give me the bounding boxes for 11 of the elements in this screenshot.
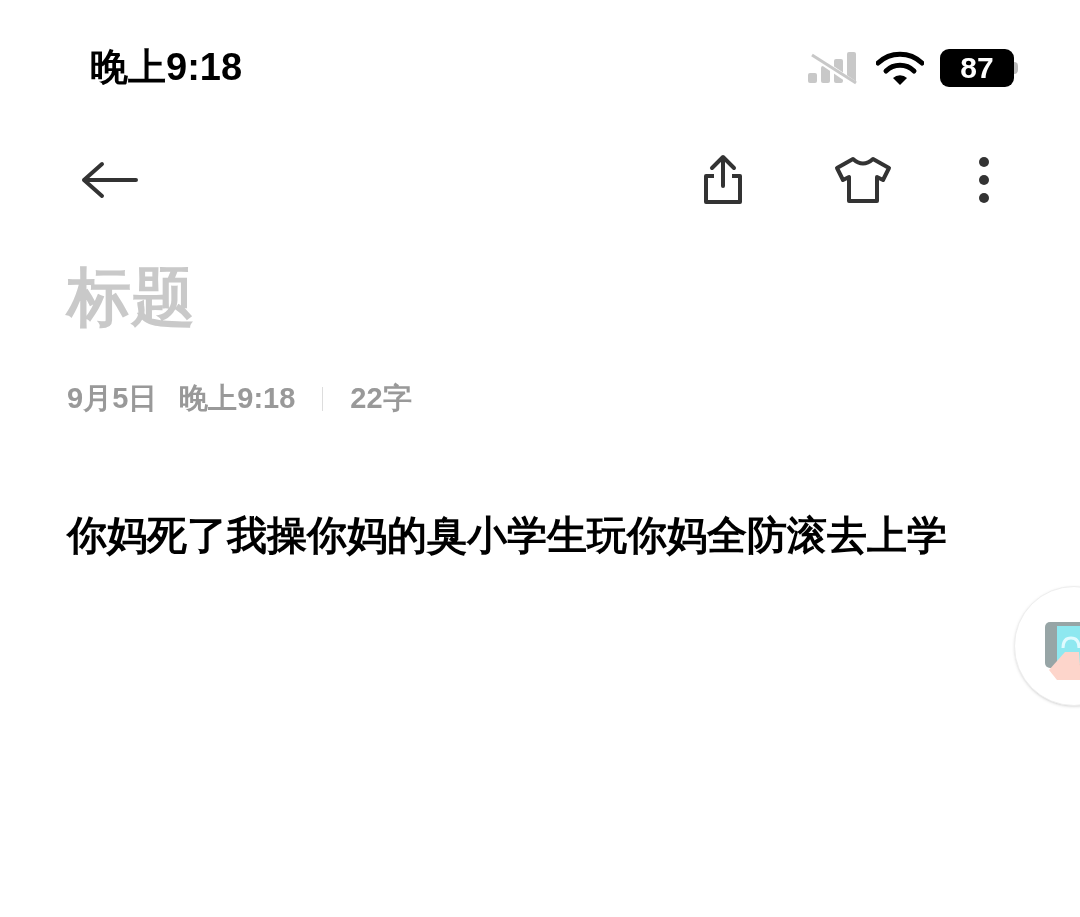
back-button[interactable]: [80, 160, 140, 200]
note-time: 晚上9:18: [179, 381, 296, 416]
wifi-icon: [876, 50, 924, 85]
battery-level: 87: [940, 48, 1014, 87]
note-body[interactable]: 你妈死了我操你妈的臭小学生玩你妈全防滚去上学: [67, 504, 1013, 565]
note-date: 9月5日: [67, 381, 158, 416]
more-menu-button[interactable]: [978, 157, 990, 203]
no-signal-icon: [806, 50, 860, 85]
theme-shirt-button[interactable]: [833, 156, 893, 204]
word-count: 22字: [350, 381, 412, 416]
status-time: 晚上9:18: [90, 45, 243, 90]
